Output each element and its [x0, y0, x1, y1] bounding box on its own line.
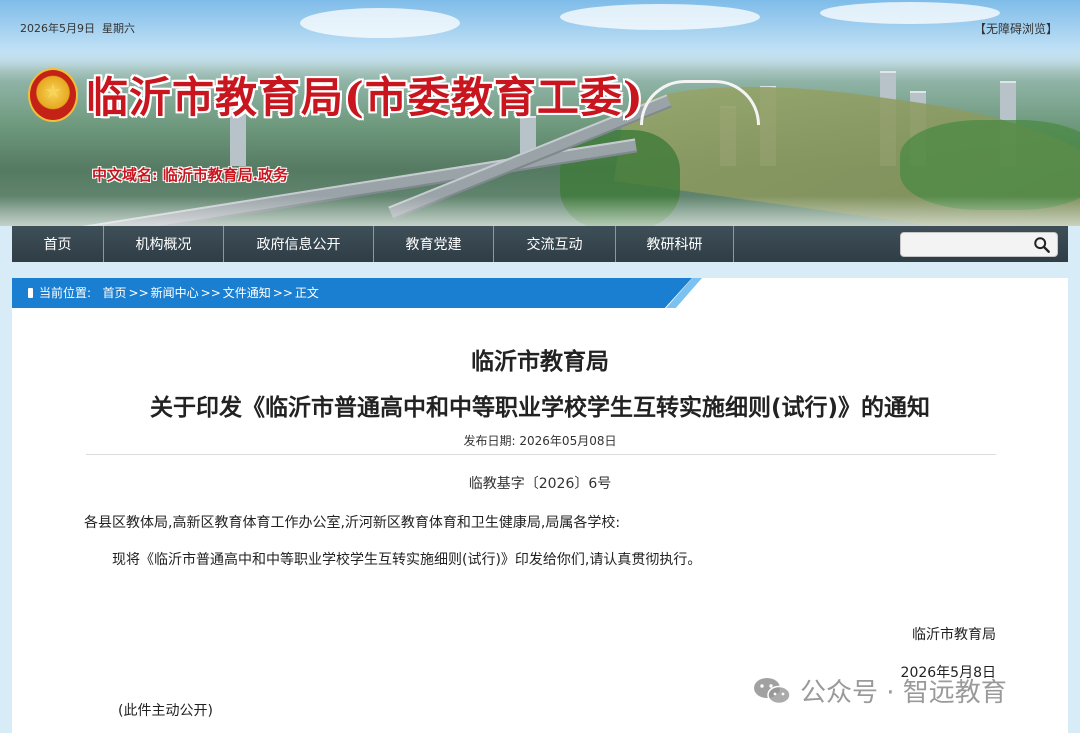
search-input[interactable]	[907, 236, 1027, 253]
nav-item-interaction[interactable]: 交流互动	[494, 226, 616, 262]
search-icon[interactable]	[1033, 236, 1051, 254]
breadcrumb-notices[interactable]: 文件通知	[223, 286, 271, 300]
nav-item-research[interactable]: 教研科研	[616, 226, 734, 262]
publish-date: 发布日期: 2026年05月08日	[463, 434, 617, 448]
signer: 临沂市教育局	[912, 627, 996, 643]
search-box	[900, 232, 1058, 257]
document-number: 临教基字〔2026〕6号	[468, 476, 612, 492]
weekday-text: 星期六	[102, 22, 135, 35]
banner-cloud	[560, 4, 760, 30]
article-content: 临沂市教育局 关于印发《临沂市普通高中和中等职业学校学生互转实施细则(试行)》的…	[12, 308, 1068, 733]
disclosure-note: (此件主动公开)	[118, 703, 213, 719]
article-body: 现将《临沂市普通高中和中等职业学校学生互转实施细则(试行)》印发给你们,请认真贯…	[112, 552, 702, 568]
banner-cloud	[300, 8, 460, 38]
national-emblem-icon: ★	[28, 68, 78, 122]
article-title: 关于印发《临沂市普通高中和中等职业学校学生互转实施细则(试行)》的通知	[149, 395, 931, 421]
breadcrumb-strip: 当前位置: 首页 >> 新闻中心 >> 文件通知 >> 正文	[12, 278, 1068, 308]
nav-item-gov-info[interactable]: 政府信息公开	[224, 226, 374, 262]
watermark-text: 公众号 · 智远教育	[800, 678, 1007, 708]
breadcrumb-current: 正文	[294, 286, 319, 300]
breadcrumb: 当前位置: 首页 >> 新闻中心 >> 文件通知 >> 正文	[28, 278, 319, 308]
site-title: 临沂市教育局(市委教育工委)	[86, 73, 644, 122]
breadcrumb-separator: >>	[272, 286, 293, 300]
current-date: 2026年5月9日 星期六	[20, 20, 135, 36]
article-title-issuer: 临沂市教育局	[471, 349, 609, 375]
breadcrumb-separator: >>	[200, 286, 221, 300]
breadcrumb-home[interactable]: 首页	[103, 286, 127, 300]
date-text: 2026年5月9日	[20, 22, 95, 35]
title-divider	[86, 454, 996, 455]
wechat-icon	[754, 677, 791, 704]
watermark: 公众号 · 智远教育	[752, 672, 1007, 709]
banner-fade	[0, 196, 1080, 226]
header-banner: 2026年5月9日 星期六 【无障碍浏览】 ★ 临沂市教育局(市委教育工委) 中…	[0, 0, 1080, 226]
nav-item-party[interactable]: 教育党建	[374, 226, 494, 262]
location-marker-icon	[28, 288, 33, 298]
breadcrumb-separator: >>	[128, 286, 149, 300]
nav-item-home[interactable]: 首页	[12, 226, 104, 262]
breadcrumb-prefix: 当前位置:	[39, 286, 92, 300]
domain-label: 中文域名: 临沂市教育局.政务	[92, 166, 288, 184]
accessibility-link[interactable]: 【无障碍浏览】	[974, 20, 1058, 37]
nav-item-about[interactable]: 机构概况	[104, 226, 224, 262]
main-nav: 首页 机构概况 政府信息公开 教育党建 交流互动 教研科研	[12, 226, 1068, 262]
recipients: 各县区教体局,高新区教育体育工作办公室,沂河新区教育体育和卫生健康局,局属各学校…	[84, 515, 621, 531]
breadcrumb-news[interactable]: 新闻中心	[151, 286, 199, 300]
